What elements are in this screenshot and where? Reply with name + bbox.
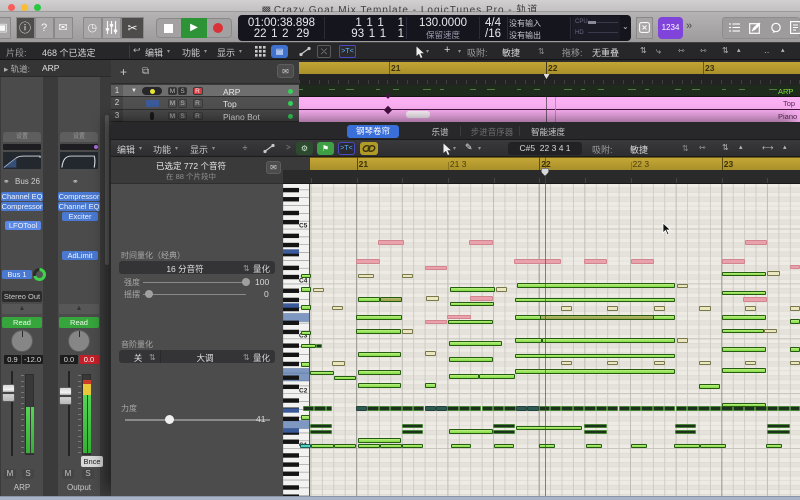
- svg-text:C5: C5: [299, 223, 308, 230]
- svg-text:C2: C2: [299, 387, 308, 394]
- svg-text:C4: C4: [299, 277, 308, 284]
